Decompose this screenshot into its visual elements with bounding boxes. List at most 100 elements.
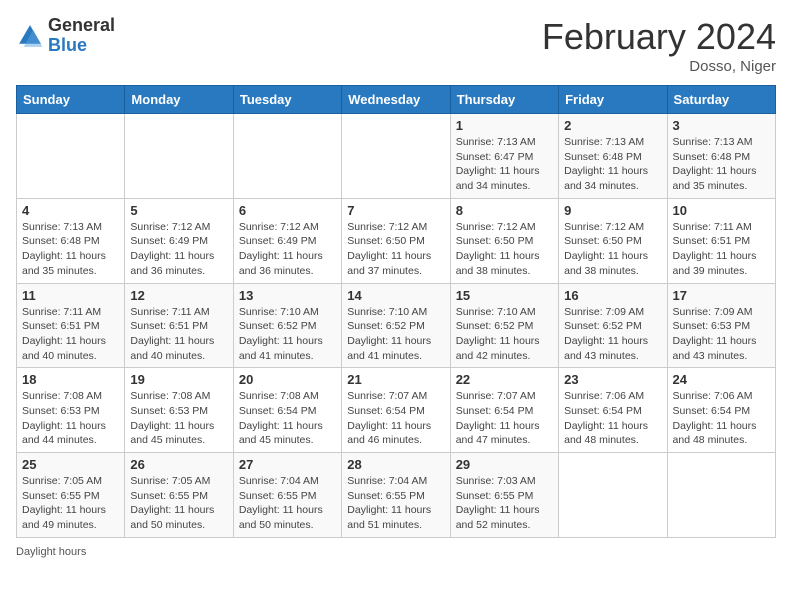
day-info: Sunrise: 7:04 AMSunset: 6:55 PMDaylight:…	[347, 474, 444, 533]
page-header: General Blue February 2024 Dosso, Niger	[16, 16, 776, 75]
day-number: 9	[564, 203, 661, 218]
day-of-week-header: Friday	[559, 86, 667, 114]
calendar-table: SundayMondayTuesdayWednesdayThursdayFrid…	[16, 85, 776, 538]
day-info: Sunrise: 7:09 AMSunset: 6:53 PMDaylight:…	[673, 305, 770, 364]
calendar-cell: 18 Sunrise: 7:08 AMSunset: 6:53 PMDayligh…	[17, 368, 125, 453]
logo: General Blue	[16, 16, 115, 56]
calendar-week-row: 1Sunrise: 7:13 AMSunset: 6:47 PMDaylight…	[17, 114, 776, 199]
calendar-cell: 23 Sunrise: 7:06 AMSunset: 6:54 PMDayligh…	[559, 368, 667, 453]
calendar-cell	[559, 453, 667, 538]
calendar-cell: 6 Sunrise: 7:12 AMSunset: 6:49 PMDaylight…	[233, 198, 341, 283]
day-number: 5	[130, 203, 227, 218]
day-number: 29	[456, 457, 553, 472]
day-number: 25	[22, 457, 119, 472]
day-info: Sunrise: 7:07 AMSunset: 6:54 PMDaylight:…	[456, 389, 553, 448]
calendar-cell: 8 Sunrise: 7:12 AMSunset: 6:50 PMDaylight…	[450, 198, 558, 283]
day-number: 20	[239, 372, 336, 387]
calendar-week-row: 18 Sunrise: 7:08 AMSunset: 6:53 PMDayligh…	[17, 368, 776, 453]
day-number: 2	[564, 118, 661, 133]
day-number: 10	[673, 203, 770, 218]
logo-text: General Blue	[48, 16, 115, 56]
day-info: Sunrise: 7:12 AMSunset: 6:50 PMDaylight:…	[456, 220, 553, 279]
day-of-week-header: Sunday	[17, 86, 125, 114]
day-number: 19	[130, 372, 227, 387]
calendar-cell: 14 Sunrise: 7:10 AMSunset: 6:52 PMDayligh…	[342, 283, 450, 368]
day-number: 15	[456, 288, 553, 303]
calendar-cell: 5Sunrise: 7:12 AMSunset: 6:49 PMDaylight…	[125, 198, 233, 283]
day-info: Sunrise: 7:11 AMSunset: 6:51 PMDaylight:…	[673, 220, 770, 279]
footer: Daylight hours	[16, 546, 776, 558]
day-number: 7	[347, 203, 444, 218]
calendar-cell: 17 Sunrise: 7:09 AMSunset: 6:53 PMDayligh…	[667, 283, 775, 368]
day-number: 28	[347, 457, 444, 472]
calendar-week-row: 4 Sunrise: 7:13 AMSunset: 6:48 PMDaylight…	[17, 198, 776, 283]
day-info: Sunrise: 7:06 AMSunset: 6:54 PMDaylight:…	[564, 389, 661, 448]
main-title: February 2024	[542, 16, 776, 58]
calendar-cell: 1Sunrise: 7:13 AMSunset: 6:47 PMDaylight…	[450, 114, 558, 199]
day-number: 17	[673, 288, 770, 303]
day-info: Sunrise: 7:05 AMSunset: 6:55 PMDaylight:…	[130, 474, 227, 533]
calendar-cell: 19 Sunrise: 7:08 AMSunset: 6:53 PMDayligh…	[125, 368, 233, 453]
calendar-cell	[17, 114, 125, 199]
day-number: 18	[22, 372, 119, 387]
calendar-cell: 25Sunrise: 7:05 AMSunset: 6:55 PMDayligh…	[17, 453, 125, 538]
calendar-cell: 28 Sunrise: 7:04 AMSunset: 6:55 PMDayligh…	[342, 453, 450, 538]
calendar-week-row: 11 Sunrise: 7:11 AMSunset: 6:51 PMDayligh…	[17, 283, 776, 368]
day-info: Sunrise: 7:12 AMSunset: 6:50 PMDaylight:…	[564, 220, 661, 279]
day-info: Sunrise: 7:12 AMSunset: 6:50 PMDaylight:…	[347, 220, 444, 279]
calendar-cell: 27Sunrise: 7:04 AMSunset: 6:55 PMDayligh…	[233, 453, 341, 538]
day-number: 11	[22, 288, 119, 303]
calendar-cell: 12 Sunrise: 7:11 AMSunset: 6:51 PMDayligh…	[125, 283, 233, 368]
day-number: 3	[673, 118, 770, 133]
calendar-cell: 20Sunrise: 7:08 AMSunset: 6:54 PMDayligh…	[233, 368, 341, 453]
day-number: 4	[22, 203, 119, 218]
day-info: Sunrise: 7:08 AMSunset: 6:53 PMDaylight:…	[22, 389, 119, 448]
day-info: Sunrise: 7:11 AMSunset: 6:51 PMDaylight:…	[22, 305, 119, 364]
day-of-week-header: Tuesday	[233, 86, 341, 114]
day-info: Sunrise: 7:12 AMSunset: 6:49 PMDaylight:…	[239, 220, 336, 279]
day-of-week-header: Saturday	[667, 86, 775, 114]
day-info: Sunrise: 7:10 AMSunset: 6:52 PMDaylight:…	[239, 305, 336, 364]
calendar-cell: 15 Sunrise: 7:10 AMSunset: 6:52 PMDayligh…	[450, 283, 558, 368]
day-number: 12	[130, 288, 227, 303]
logo-general: General	[48, 16, 115, 36]
day-number: 22	[456, 372, 553, 387]
day-info: Sunrise: 7:04 AMSunset: 6:55 PMDaylight:…	[239, 474, 336, 533]
day-of-week-header: Thursday	[450, 86, 558, 114]
day-info: Sunrise: 7:10 AMSunset: 6:52 PMDaylight:…	[347, 305, 444, 364]
day-number: 14	[347, 288, 444, 303]
calendar-cell: 9 Sunrise: 7:12 AMSunset: 6:50 PMDaylight…	[559, 198, 667, 283]
day-number: 6	[239, 203, 336, 218]
calendar-cell: 7 Sunrise: 7:12 AMSunset: 6:50 PMDaylight…	[342, 198, 450, 283]
day-number: 21	[347, 372, 444, 387]
logo-icon	[16, 22, 44, 50]
day-number: 8	[456, 203, 553, 218]
calendar-cell: 13Sunrise: 7:10 AMSunset: 6:52 PMDayligh…	[233, 283, 341, 368]
calendar-cell: 21 Sunrise: 7:07 AMSunset: 6:54 PMDayligh…	[342, 368, 450, 453]
day-info: Sunrise: 7:13 AMSunset: 6:48 PMDaylight:…	[564, 135, 661, 194]
calendar-cell: 24 Sunrise: 7:06 AMSunset: 6:54 PMDayligh…	[667, 368, 775, 453]
day-info: Sunrise: 7:11 AMSunset: 6:51 PMDaylight:…	[130, 305, 227, 364]
calendar-cell: 10 Sunrise: 7:11 AMSunset: 6:51 PMDayligh…	[667, 198, 775, 283]
day-info: Sunrise: 7:03 AMSunset: 6:55 PMDaylight:…	[456, 474, 553, 533]
calendar-cell: 4 Sunrise: 7:13 AMSunset: 6:48 PMDaylight…	[17, 198, 125, 283]
subtitle: Dosso, Niger	[542, 58, 776, 75]
day-info: Sunrise: 7:08 AMSunset: 6:53 PMDaylight:…	[130, 389, 227, 448]
calendar-cell: 22 Sunrise: 7:07 AMSunset: 6:54 PMDayligh…	[450, 368, 558, 453]
day-info: Sunrise: 7:10 AMSunset: 6:52 PMDaylight:…	[456, 305, 553, 364]
calendar-cell: 29 Sunrise: 7:03 AMSunset: 6:55 PMDayligh…	[450, 453, 558, 538]
calendar-cell: 26Sunrise: 7:05 AMSunset: 6:55 PMDayligh…	[125, 453, 233, 538]
day-info: Sunrise: 7:06 AMSunset: 6:54 PMDaylight:…	[673, 389, 770, 448]
day-of-week-header: Monday	[125, 86, 233, 114]
day-info: Sunrise: 7:13 AMSunset: 6:48 PMDaylight:…	[673, 135, 770, 194]
day-number: 23	[564, 372, 661, 387]
day-info: Sunrise: 7:09 AMSunset: 6:52 PMDaylight:…	[564, 305, 661, 364]
day-info: Sunrise: 7:07 AMSunset: 6:54 PMDaylight:…	[347, 389, 444, 448]
calendar-cell	[233, 114, 341, 199]
day-info: Sunrise: 7:13 AMSunset: 6:48 PMDaylight:…	[22, 220, 119, 279]
day-of-week-header: Wednesday	[342, 86, 450, 114]
day-number: 24	[673, 372, 770, 387]
day-number: 16	[564, 288, 661, 303]
calendar-cell: 3 Sunrise: 7:13 AMSunset: 6:48 PMDaylight…	[667, 114, 775, 199]
calendar-cell: 11 Sunrise: 7:11 AMSunset: 6:51 PMDayligh…	[17, 283, 125, 368]
